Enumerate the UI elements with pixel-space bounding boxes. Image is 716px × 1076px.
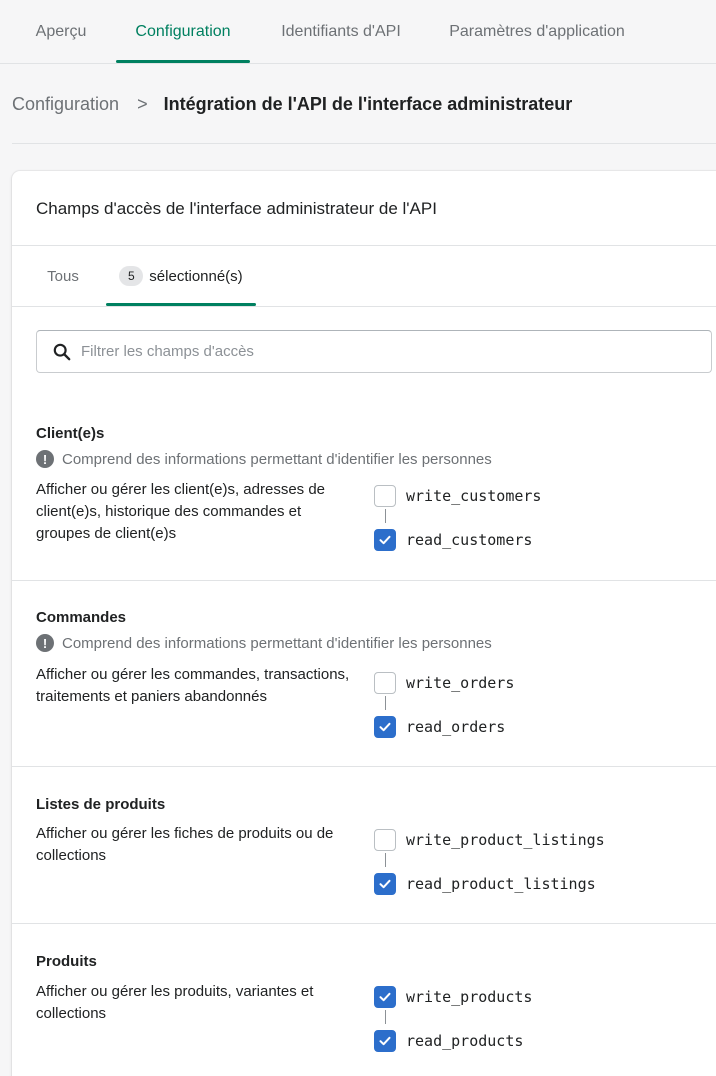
- card-title: Champs d'accès de l'interface administra…: [36, 199, 437, 218]
- scope-group-orders: Commandes ! Comprend des informations pe…: [12, 581, 716, 766]
- section-description: Afficher ou gérer les client(e)s, adress…: [36, 481, 326, 542]
- scope-label: write_orders: [406, 674, 515, 692]
- tab-selected[interactable]: 5 sélectionné(s): [106, 246, 256, 306]
- search-icon: [53, 343, 71, 360]
- checkbox-checked[interactable]: [374, 1030, 396, 1052]
- breadcrumb-parent-link[interactable]: Configuration: [12, 94, 119, 115]
- scope-label: write_product_listings: [406, 831, 605, 849]
- section-title: Commandes: [36, 609, 127, 626]
- scope-read-products[interactable]: read_products: [374, 1030, 523, 1052]
- top-tabs: Aperçu Configuration Identifiants d'API …: [0, 0, 716, 64]
- checkmark-icon: [379, 1036, 391, 1046]
- scope-group-customers: Client(e)s ! Comprend des informations p…: [12, 393, 716, 581]
- scope-write-customers[interactable]: write_customers: [374, 485, 541, 507]
- search-input[interactable]: [81, 343, 681, 360]
- section-title: Produits: [36, 953, 97, 970]
- tab-all[interactable]: Tous: [32, 246, 94, 306]
- info-circle-icon: !: [36, 450, 54, 468]
- pii-warning: ! Comprend des informations permettant d…: [36, 634, 492, 652]
- scope-write-orders[interactable]: write_orders: [374, 672, 514, 694]
- tab-api-credentials[interactable]: Identifiants d'API: [266, 0, 416, 64]
- tab-all-label: Tous: [47, 267, 79, 285]
- scope-label: read_orders: [406, 718, 506, 736]
- scope-read-product-listings[interactable]: read_product_listings: [374, 873, 596, 895]
- checkbox-checked[interactable]: [374, 873, 396, 895]
- checkmark-icon: [379, 535, 391, 545]
- checkbox[interactable]: [374, 485, 396, 507]
- pii-warning: ! Comprend des informations permettant d…: [36, 450, 492, 468]
- scope-connector: [385, 696, 386, 710]
- pii-warning-text: Comprend des informations permettant d'i…: [62, 450, 492, 468]
- scope-write-products[interactable]: write_products: [374, 986, 532, 1008]
- scope-read-customers[interactable]: read_customers: [374, 529, 532, 551]
- checkmark-icon: [379, 992, 391, 1002]
- scope-group-products: Produits Afficher ou gérer les produits,…: [12, 924, 716, 1076]
- checkbox-checked[interactable]: [374, 986, 396, 1008]
- checkbox[interactable]: [374, 672, 396, 694]
- checkbox-checked[interactable]: [374, 529, 396, 551]
- checkmark-icon: [379, 722, 391, 732]
- scope-label: write_products: [406, 988, 533, 1006]
- search-field[interactable]: [36, 330, 712, 373]
- tab-configuration[interactable]: Configuration: [116, 0, 250, 64]
- breadcrumb: Configuration > Intégration de l'API de …: [12, 86, 572, 122]
- breadcrumb-divider: [12, 143, 716, 144]
- scope-write-product-listings[interactable]: write_product_listings: [374, 829, 605, 851]
- page-title: Intégration de l'API de l'interface admi…: [163, 93, 573, 114]
- scope-connector: [385, 509, 386, 523]
- chevron-right-icon: >: [137, 93, 148, 114]
- tab-app-settings[interactable]: Paramètres d'application: [432, 0, 642, 64]
- section-title: Listes de produits: [36, 796, 166, 813]
- scope-read-orders[interactable]: read_orders: [374, 716, 505, 738]
- checkbox[interactable]: [374, 829, 396, 851]
- scope-label: read_customers: [406, 531, 533, 549]
- info-circle-icon: !: [36, 634, 54, 652]
- scope-label: read_product_listings: [406, 875, 596, 893]
- pii-warning-text: Comprend des informations permettant d'i…: [62, 634, 492, 652]
- access-scopes-card: Champs d'accès de l'interface administra…: [12, 171, 716, 1076]
- divider: [12, 306, 716, 307]
- scope-connector: [385, 853, 386, 867]
- tab-overview[interactable]: Aperçu: [22, 0, 100, 64]
- scope-label: write_customers: [406, 487, 542, 505]
- scope-group-product-listings: Listes de produits Afficher ou gérer les…: [12, 767, 716, 924]
- checkbox-checked[interactable]: [374, 716, 396, 738]
- selected-count-badge: 5: [119, 266, 144, 286]
- section-description: Afficher ou gérer les commandes, transac…: [36, 666, 350, 705]
- section-description: Afficher ou gérer les produits, variante…: [36, 983, 314, 1022]
- tab-selected-label: sélectionné(s): [149, 267, 243, 285]
- section-title: Client(e)s: [36, 425, 105, 442]
- scope-connector: [385, 1010, 386, 1024]
- section-description: Afficher ou gérer les fiches de produits…: [36, 825, 334, 864]
- scope-label: read_products: [406, 1032, 524, 1050]
- checkmark-icon: [379, 879, 391, 889]
